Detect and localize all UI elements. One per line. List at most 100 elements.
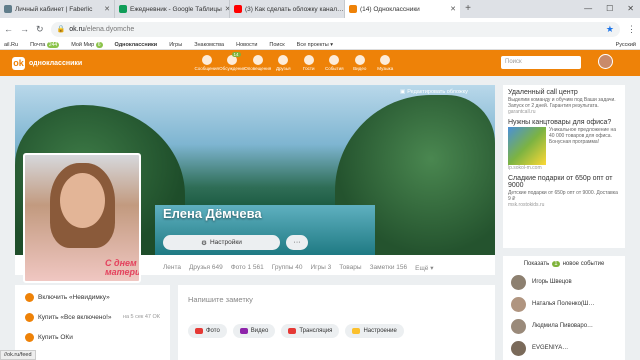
nav-video[interactable]: Видео (347, 55, 373, 71)
new-tab-button[interactable]: + (460, 0, 476, 18)
ad-block[interactable]: Сладкие подарки от 650р опт от 9000 Детс… (508, 175, 620, 208)
nav-notifications[interactable]: Оповещения (244, 55, 272, 71)
events-icon (329, 55, 340, 65)
mood-button[interactable]: Настроение (345, 324, 404, 338)
nav-label: Сообщения (194, 66, 219, 71)
close-icon[interactable]: ✕ (104, 5, 110, 13)
service-item[interactable]: Купить «Все включено!» на 5 сек 47 ОК (15, 309, 170, 325)
friend-item[interactable]: EVGENIYA… (511, 337, 617, 359)
bar-link[interactable]: Все проекты ▾ (297, 42, 333, 48)
tab-photos[interactable]: Фото 1 561 (231, 264, 264, 272)
browser-tab[interactable]: Личный кабинет | Faberlic ✕ (0, 0, 115, 18)
edit-cover-button[interactable]: ▣ Редактировать обложку (400, 89, 468, 95)
url-input[interactable]: 🔒 ok.ru/elena.dyomche ★ (50, 21, 620, 37)
ad-block[interactable]: Нужны канцтовары для офиса? Уникальное п… (508, 119, 620, 171)
services-card: Включить «Невидимку» Купить «Все включен… (15, 285, 170, 360)
events-label: новое событие (562, 261, 605, 267)
smile-icon (352, 328, 361, 334)
bell-icon (252, 55, 263, 65)
ad-title: Нужны канцтовары для офиса? (508, 119, 612, 126)
nav-events[interactable]: События (322, 55, 348, 71)
ok-logo[interactable]: ok одноклассники (12, 56, 194, 70)
minimize-icon[interactable]: — (584, 0, 592, 18)
tab-favicon-icon (234, 5, 242, 13)
bar-link[interactable]: Мой Мир 6 (71, 41, 103, 48)
service-label: Купить «Все включено!» (38, 313, 112, 321)
friends-icon (278, 55, 289, 65)
maximize-icon[interactable]: ☐ (606, 0, 613, 18)
nav-discussions[interactable]: 14 Обсуждения (219, 52, 245, 71)
bar-link[interactable]: Почта 244 (30, 41, 60, 48)
window-controls: — ☐ ✕ (584, 0, 640, 18)
ad-block[interactable]: Удаленный call центр Выделим команду и о… (508, 89, 620, 115)
url-host: ok.ru (69, 25, 85, 33)
nav-guests[interactable]: Гости (296, 55, 322, 71)
tab-more[interactable]: Ещё ▾ (415, 264, 433, 272)
nav-messages[interactable]: Сообщения (194, 55, 220, 71)
bar-link-label: Почта (30, 41, 46, 48)
tab-title: (14) Одноклассники (360, 5, 420, 13)
bar-link[interactable]: Знакомства (194, 42, 224, 48)
avatar-face (60, 173, 105, 228)
service-item[interactable]: Купить ОКи (15, 329, 170, 345)
tab-title: (3) Как сделать обложку канал… (245, 5, 344, 13)
tab-games[interactable]: Игры 3 (310, 264, 331, 272)
tab-notes[interactable]: Заметки 156 (370, 264, 408, 272)
show-events-button[interactable]: Показать 1 новое событие (511, 261, 617, 267)
nav-label: Оповещения (244, 66, 272, 71)
avatar (511, 274, 526, 290)
camera-icon (195, 328, 203, 334)
bar-link[interactable]: Новости (236, 42, 257, 48)
browser-tab-active[interactable]: (14) Одноклассники ✕ (345, 0, 460, 18)
bar-link[interactable]: ail.Ru (4, 42, 18, 48)
avatar-caption: С днем матери! (105, 258, 141, 277)
nav-music[interactable]: Музыка (373, 55, 399, 71)
ad-text: Детские подарки от 650р опт от 9000. Дос… (508, 190, 618, 202)
user-avatar[interactable] (598, 54, 613, 69)
note-composer: Напишите заметку Фото Видео Трансляция Н… (178, 285, 495, 360)
close-icon[interactable]: ✕ (450, 5, 456, 13)
reload-icon[interactable]: ↻ (36, 24, 44, 35)
events-panel: Показать 1 новое событие Игорь Швецов Ната… (503, 256, 625, 360)
video-button[interactable]: Видео (232, 324, 276, 338)
ad-text: Выделим команду и обучим под Ваши задачи… (508, 97, 616, 109)
browser-tab[interactable]: Ежедневник - Google Таблицы✕ (115, 0, 230, 18)
service-item[interactable]: Включить «Невидимку» (15, 289, 170, 305)
more-button[interactable]: ··· (286, 235, 308, 250)
mailru-bar: ail.Ru Почта 244 Мой Мир 6 Одноклассники… (0, 40, 640, 50)
menu-icon[interactable]: ⋮ (627, 24, 636, 35)
friend-item[interactable]: Игорь Швецов (511, 271, 617, 293)
bar-link[interactable]: Поиск (269, 42, 284, 48)
tab-goods[interactable]: Товары (339, 264, 361, 272)
ad-title: Сладкие подарки от 650р опт от 9000 (508, 175, 613, 189)
language-select[interactable]: Русский (616, 42, 636, 48)
photo-button[interactable]: Фото (188, 324, 227, 338)
close-window-icon[interactable]: ✕ (627, 0, 634, 18)
star-icon[interactable]: ★ (606, 24, 614, 35)
note-input[interactable]: Напишите заметку (188, 295, 485, 304)
back-icon[interactable]: ← (4, 24, 13, 34)
nav-friends[interactable]: Друзья (271, 55, 297, 71)
tab-feed[interactable]: Лента (163, 264, 181, 272)
bar-link[interactable]: Игры (169, 42, 182, 48)
note-buttons: Фото Видео Трансляция Настроение (188, 324, 485, 338)
url-path: /elena.dyomche (84, 25, 135, 33)
profile-photo[interactable]: С днем матери! (23, 153, 141, 283)
pill-label: Трансляция (299, 328, 333, 334)
stream-button[interactable]: Трансляция (281, 324, 340, 338)
pill-label: Настроение (363, 328, 397, 334)
nav-label: Музыка (377, 66, 394, 71)
ad-url: lp.sokol-m.com (508, 165, 542, 171)
tab-groups[interactable]: Группы 40 (272, 264, 303, 272)
settings-button[interactable]: ⚙ Настройки (163, 235, 280, 250)
friend-item[interactable]: Наталья Пoленко(Ш… (511, 293, 617, 315)
tab-friends[interactable]: Друзья 649 (189, 264, 223, 272)
browser-tab[interactable]: (3) Как сделать обложку канал…✕ (230, 0, 345, 18)
friend-item[interactable]: Людмила Пивоваро… (511, 315, 617, 337)
ok-nav: Сообщения 14 Обсуждения Оповещения Друзья… (194, 52, 399, 71)
music-icon (380, 55, 391, 65)
bar-link[interactable]: Одноклассники (115, 42, 158, 48)
search-input[interactable]: Поиск (501, 56, 581, 69)
nav-label: События (324, 66, 344, 71)
forward-icon[interactable]: → (20, 24, 29, 34)
